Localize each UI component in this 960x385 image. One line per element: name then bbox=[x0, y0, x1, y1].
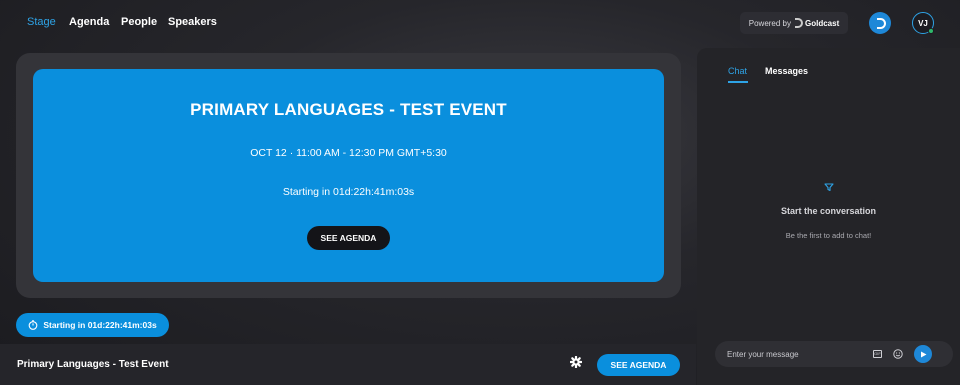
nav-tab-people[interactable]: People bbox=[121, 16, 157, 28]
settings-gear-icon[interactable] bbox=[570, 356, 582, 368]
chat-input-container: GIF bbox=[715, 341, 953, 367]
send-icon bbox=[920, 351, 926, 357]
active-tab-underline bbox=[728, 81, 748, 83]
timer-icon bbox=[28, 320, 38, 330]
powered-by-label: Powered by bbox=[748, 18, 791, 28]
tab-chat[interactable]: Chat bbox=[728, 66, 747, 76]
top-nav: Stage Agenda People Speakers Powered by … bbox=[0, 0, 960, 46]
empty-chat-subtitle: Be the first to add to chat! bbox=[785, 231, 872, 240]
emoji-icon[interactable] bbox=[893, 349, 903, 359]
bottom-bar: Primary Languages - Test Event SEE AGEND… bbox=[0, 344, 696, 385]
nav-tab-agenda[interactable]: Agenda bbox=[69, 16, 109, 28]
event-name: Primary Languages - Test Event bbox=[17, 359, 169, 370]
online-status-indicator bbox=[928, 28, 934, 34]
brand-name: Goldcast bbox=[805, 18, 840, 28]
stage-card: PRIMARY LANGUAGES - TEST EVENT OCT 12 · … bbox=[33, 69, 664, 282]
event-countdown: Starting in 01d:22h:41m:03s bbox=[282, 186, 415, 198]
see-agenda-button[interactable]: SEE AGENDA bbox=[307, 226, 390, 250]
send-button[interactable] bbox=[914, 345, 932, 363]
powered-by-badge[interactable]: Powered by Goldcast bbox=[740, 12, 848, 34]
nav-tab-stage[interactable]: Stage bbox=[27, 16, 56, 28]
chat-empty-icon bbox=[824, 183, 834, 192]
empty-chat-title: Start the conversation bbox=[780, 206, 877, 216]
bottom-see-agenda-button[interactable]: SEE AGENDA bbox=[597, 354, 680, 376]
event-title: PRIMARY LANGUAGES - TEST EVENT bbox=[190, 100, 507, 119]
nav-tab-speakers[interactable]: Speakers bbox=[168, 16, 217, 28]
countdown-pill-label: Starting in 01d:22h:41m:03s bbox=[43, 320, 157, 330]
goldcast-brand: Goldcast bbox=[795, 18, 839, 28]
event-logo-icon[interactable] bbox=[869, 12, 891, 34]
gif-icon[interactable]: GIF bbox=[873, 350, 882, 358]
countdown-pill: Starting in 01d:22h:41m:03s bbox=[16, 313, 169, 337]
chat-message-input[interactable] bbox=[727, 347, 857, 361]
goldcast-logo-icon bbox=[795, 18, 803, 28]
event-date: OCT 12 · 11:00 AM - 12:30 PM GMT+5:30 bbox=[250, 147, 447, 159]
chat-panel: Chat Messages Start the conversation Be … bbox=[697, 48, 960, 385]
tab-messages[interactable]: Messages bbox=[765, 66, 808, 76]
